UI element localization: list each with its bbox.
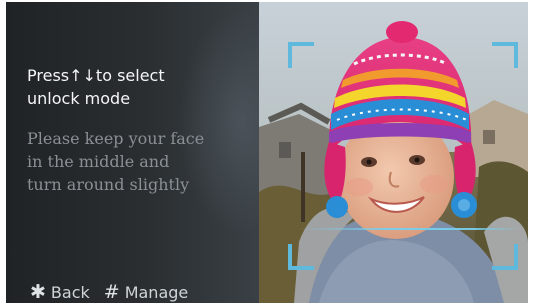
back-label: Back [50,282,90,302]
face-frame-corner-bottom-right [492,244,518,270]
unlock-mode-title: Press↑↓to select unlock mode [27,64,252,110]
face-frame-corner-bottom-left [288,244,314,270]
hash-key-icon: # [103,280,120,303]
hint-line: in the middle and [27,152,170,171]
face-position-hint: Please keep your face in the middle and … [27,127,257,196]
title-line: unlock mode [27,89,131,108]
manage-label: Manage [124,282,189,302]
back-button[interactable]: ✱ Back [30,280,90,303]
face-unlock-screen: Press↑↓to select unlock mode Please keep… [6,2,528,303]
face-frame-corner-top-right [492,42,518,68]
title-line: Press↑↓to select [27,66,165,85]
manage-button[interactable]: # Manage [103,280,189,303]
hint-line: turn around slightly [27,175,190,194]
hint-line: Please keep your face [27,129,205,148]
face-scan-line [299,228,519,230]
asterisk-key-icon: ✱ [30,280,46,303]
footer-actions: ✱ Back # Manage [30,282,188,302]
face-frame-corner-top-left [288,42,314,68]
camera-preview [259,2,528,303]
instruction-panel: Press↑↓to select unlock mode Please keep… [6,2,259,303]
